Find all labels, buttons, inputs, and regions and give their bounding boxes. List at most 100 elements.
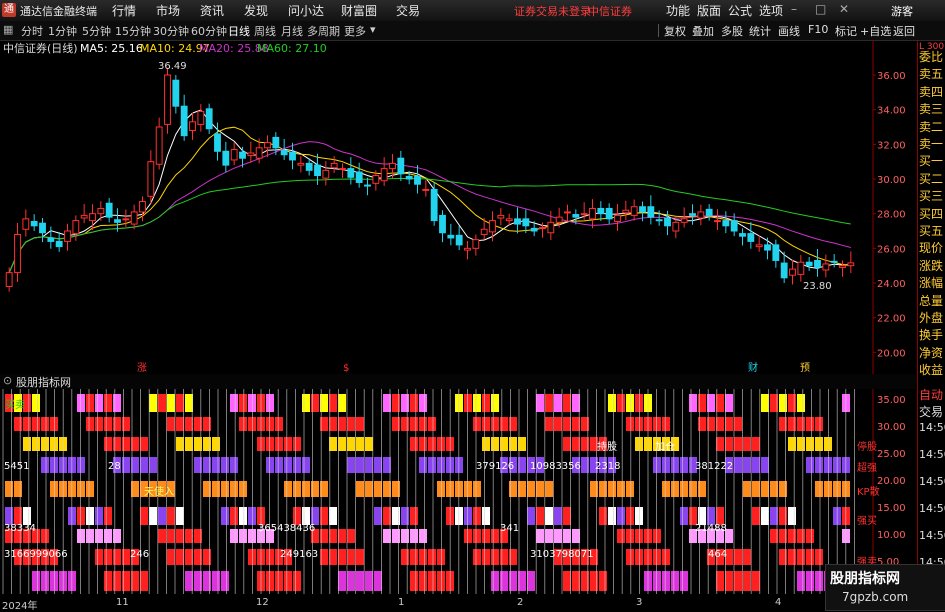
tab-period-5[interactable]: 60分钟	[191, 23, 227, 39]
indicator-block	[41, 457, 49, 473]
indicator-block	[419, 394, 427, 412]
indicator-block	[500, 549, 508, 565]
menu-discover[interactable]: 发现	[244, 2, 268, 19]
stats-button[interactable]: 统计	[749, 23, 771, 39]
event-mark-1: $	[343, 363, 349, 374]
menu-options[interactable]: 选项	[759, 2, 783, 19]
trade-login-link[interactable]: 证券交易未登录	[514, 3, 591, 19]
side-label-13[interactable]: 涨幅	[919, 274, 943, 291]
side-label-17[interactable]: 净资	[919, 344, 943, 361]
tab-period-7[interactable]: 周线	[254, 23, 276, 39]
candle-body	[589, 207, 596, 220]
indicator-block	[482, 507, 490, 525]
menu-market[interactable]: 市场	[156, 2, 180, 19]
kline-chart[interactable]: 36.00 34.00 32.00 30.00 28.00 26.00 24.00 22.00…	[0, 41, 916, 374]
side-label-0[interactable]: 委比	[919, 48, 943, 65]
indicator-block	[95, 417, 103, 431]
side-label-18[interactable]: 收益	[919, 361, 943, 378]
indicator-block	[545, 507, 553, 525]
tab-period-1[interactable]: 1分钟	[48, 23, 77, 39]
menu-wealth[interactable]: 财富圈	[341, 2, 377, 19]
mark-button[interactable]: 标记	[835, 23, 857, 39]
maximize-icon[interactable]: □	[815, 2, 826, 16]
menu-function[interactable]: 功能	[666, 2, 690, 19]
candle-body	[72, 220, 80, 235]
menu-news[interactable]: 资讯	[200, 2, 224, 19]
menu-layout[interactable]: 版面	[697, 2, 721, 19]
x-axis-label-3: 1	[398, 597, 405, 608]
indicator-block	[464, 529, 472, 543]
side-label-15[interactable]: 外盘	[919, 309, 943, 326]
tab-period-2[interactable]: 5分钟	[82, 23, 111, 39]
side-label-7[interactable]: 买二	[919, 170, 943, 187]
side-label-6[interactable]: 买一	[919, 152, 943, 169]
indicator-toggle-icon[interactable]: ⊙	[3, 374, 12, 387]
candle-body	[155, 126, 163, 165]
more-chevron-icon[interactable]: ▾	[370, 23, 376, 36]
broker-link[interactable]: 中信证券	[588, 3, 632, 19]
indicator-block	[797, 394, 805, 412]
indicator-block	[437, 481, 445, 497]
indicator-block	[527, 481, 535, 497]
side-label-9[interactable]: 买四	[919, 205, 943, 222]
side-trade-label[interactable]: 交易	[919, 403, 943, 420]
indicator-block	[662, 457, 670, 473]
back-button[interactable]: 返回	[893, 23, 915, 39]
draw-line-button[interactable]: 画线	[778, 23, 800, 39]
side-label-12[interactable]: 涨跌	[919, 257, 943, 274]
side-label-16[interactable]: 换手	[919, 326, 943, 343]
side-label-2[interactable]: 卖四	[919, 83, 943, 100]
indicator-block	[167, 529, 175, 543]
minimize-icon[interactable]: –	[791, 2, 797, 16]
menu-trade[interactable]: 交易	[396, 2, 420, 19]
indicator-block	[680, 457, 688, 473]
tab-period-10[interactable]: 更多	[344, 23, 366, 39]
menu-ask[interactable]: 问小达	[288, 2, 324, 19]
add-watchlist-button[interactable]: +自选	[860, 23, 891, 39]
restore-rights-button[interactable]: 复权	[664, 23, 686, 39]
side-label-14[interactable]: 总量	[919, 292, 943, 309]
tab-period-8[interactable]: 月线	[281, 23, 303, 39]
side-label-5[interactable]: 卖一	[919, 135, 943, 152]
indicator-block	[482, 417, 490, 431]
indicator-block	[338, 529, 346, 543]
indicator-block	[113, 549, 121, 565]
tab-period-6[interactable]: 日线	[228, 23, 250, 39]
close-icon[interactable]: ✕	[839, 2, 849, 16]
indicator-block	[824, 481, 832, 497]
tab-period-4[interactable]: 30分钟	[153, 23, 189, 39]
menu-hq[interactable]: 行情	[112, 2, 136, 19]
candle-body	[805, 261, 813, 267]
low-price-label: 23.80	[803, 281, 832, 292]
ind-text-9: 天使入	[144, 485, 174, 498]
side-label-4[interactable]: 卖二	[919, 118, 943, 135]
candle-body	[405, 175, 413, 180]
candle-body	[622, 209, 630, 214]
indicator-tick-4: 15.00	[877, 503, 906, 514]
side-auto-label[interactable]: 自动	[919, 386, 943, 403]
indicator-panel[interactable]: 35.0030.0025.0020.0015.0010.005.00 买卖 54…	[0, 389, 916, 609]
side-label-1[interactable]: 卖五	[919, 65, 943, 82]
tab-period-0[interactable]: 分时	[21, 23, 43, 39]
candle-body	[530, 227, 538, 232]
side-label-10[interactable]: 买五	[919, 222, 943, 239]
indicator-block	[500, 437, 508, 451]
candle-body	[114, 219, 121, 223]
indicator-block	[239, 507, 247, 525]
menu-formula[interactable]: 公式	[728, 2, 752, 19]
guest-label[interactable]: 游客	[891, 3, 913, 19]
tab-period-9[interactable]: 多周期	[307, 23, 340, 39]
indicator-block	[761, 394, 769, 412]
grid-icon[interactable]: ▦	[3, 23, 13, 36]
tab-period-3[interactable]: 15分钟	[115, 23, 151, 39]
indicator-title[interactable]: 股朋指标网	[16, 374, 71, 390]
indicator-block	[527, 571, 535, 591]
f10-button[interactable]: F10	[808, 23, 828, 36]
side-label-8[interactable]: 买三	[919, 187, 943, 204]
side-label-11[interactable]: 现价	[919, 239, 943, 256]
side-label-3[interactable]: 卖三	[919, 100, 943, 117]
multi-stock-button[interactable]: 多股	[721, 23, 743, 39]
overlay-button[interactable]: 叠加	[692, 23, 714, 39]
indicator-block	[428, 571, 436, 591]
indicator-block	[95, 507, 103, 525]
